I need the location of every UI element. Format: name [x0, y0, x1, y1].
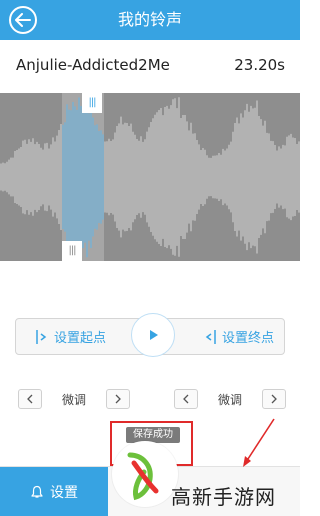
- play-button[interactable]: [131, 313, 175, 357]
- set-end-button[interactable]: 设置终点: [204, 319, 274, 354]
- title-bar: 我的铃声: [0, 0, 300, 40]
- fine-tune-end: 微调: [174, 389, 286, 409]
- fine-tune-end-label: 微调: [217, 392, 242, 407]
- play-icon: [150, 330, 158, 340]
- set-end-icon: [205, 329, 216, 344]
- waveform-editor[interactable]: ||| |||: [0, 93, 300, 261]
- set-start-button[interactable]: 设置起点: [36, 319, 106, 354]
- selection-start-handle[interactable]: |||: [62, 241, 82, 261]
- chevron-left-icon: [183, 394, 189, 404]
- bell-icon: [31, 485, 43, 498]
- start-decrease-button[interactable]: [18, 389, 42, 409]
- set-start-label: 设置起点: [54, 331, 107, 346]
- control-bar: 设置起点 设置终点: [15, 313, 285, 357]
- chevron-left-icon: [27, 394, 33, 404]
- page-title: 我的铃声: [117, 10, 182, 29]
- song-duration: 23.20s: [234, 56, 285, 74]
- set-end-label: 设置终点: [222, 331, 275, 346]
- chevron-right-icon: [115, 394, 121, 404]
- fine-tune-start: 微调: [18, 389, 130, 409]
- selection-range[interactable]: [62, 93, 104, 261]
- set-ringtone-label: 设置: [50, 485, 78, 501]
- set-ringtone-button[interactable]: 设置: [0, 467, 108, 516]
- end-decrease-button[interactable]: [174, 389, 198, 409]
- waveform-graphic: [0, 96, 300, 258]
- selection-end-handle[interactable]: |||: [82, 93, 102, 113]
- watermark-text: 高新手游网: [171, 485, 276, 509]
- annotation-arrow-icon: [243, 418, 275, 467]
- fine-tune-start-label: 微调: [61, 392, 86, 407]
- watermark-leaf-icon: [127, 452, 159, 501]
- watermark-logo: [112, 441, 178, 507]
- song-name: Anjulie-Addicted2Me: [16, 56, 170, 74]
- set-start-icon: [36, 329, 47, 344]
- chevron-right-icon: [271, 394, 277, 404]
- song-info: Anjulie-Addicted2Me 23.20s: [0, 40, 300, 93]
- start-increase-button[interactable]: [106, 389, 130, 409]
- end-increase-button[interactable]: [262, 389, 286, 409]
